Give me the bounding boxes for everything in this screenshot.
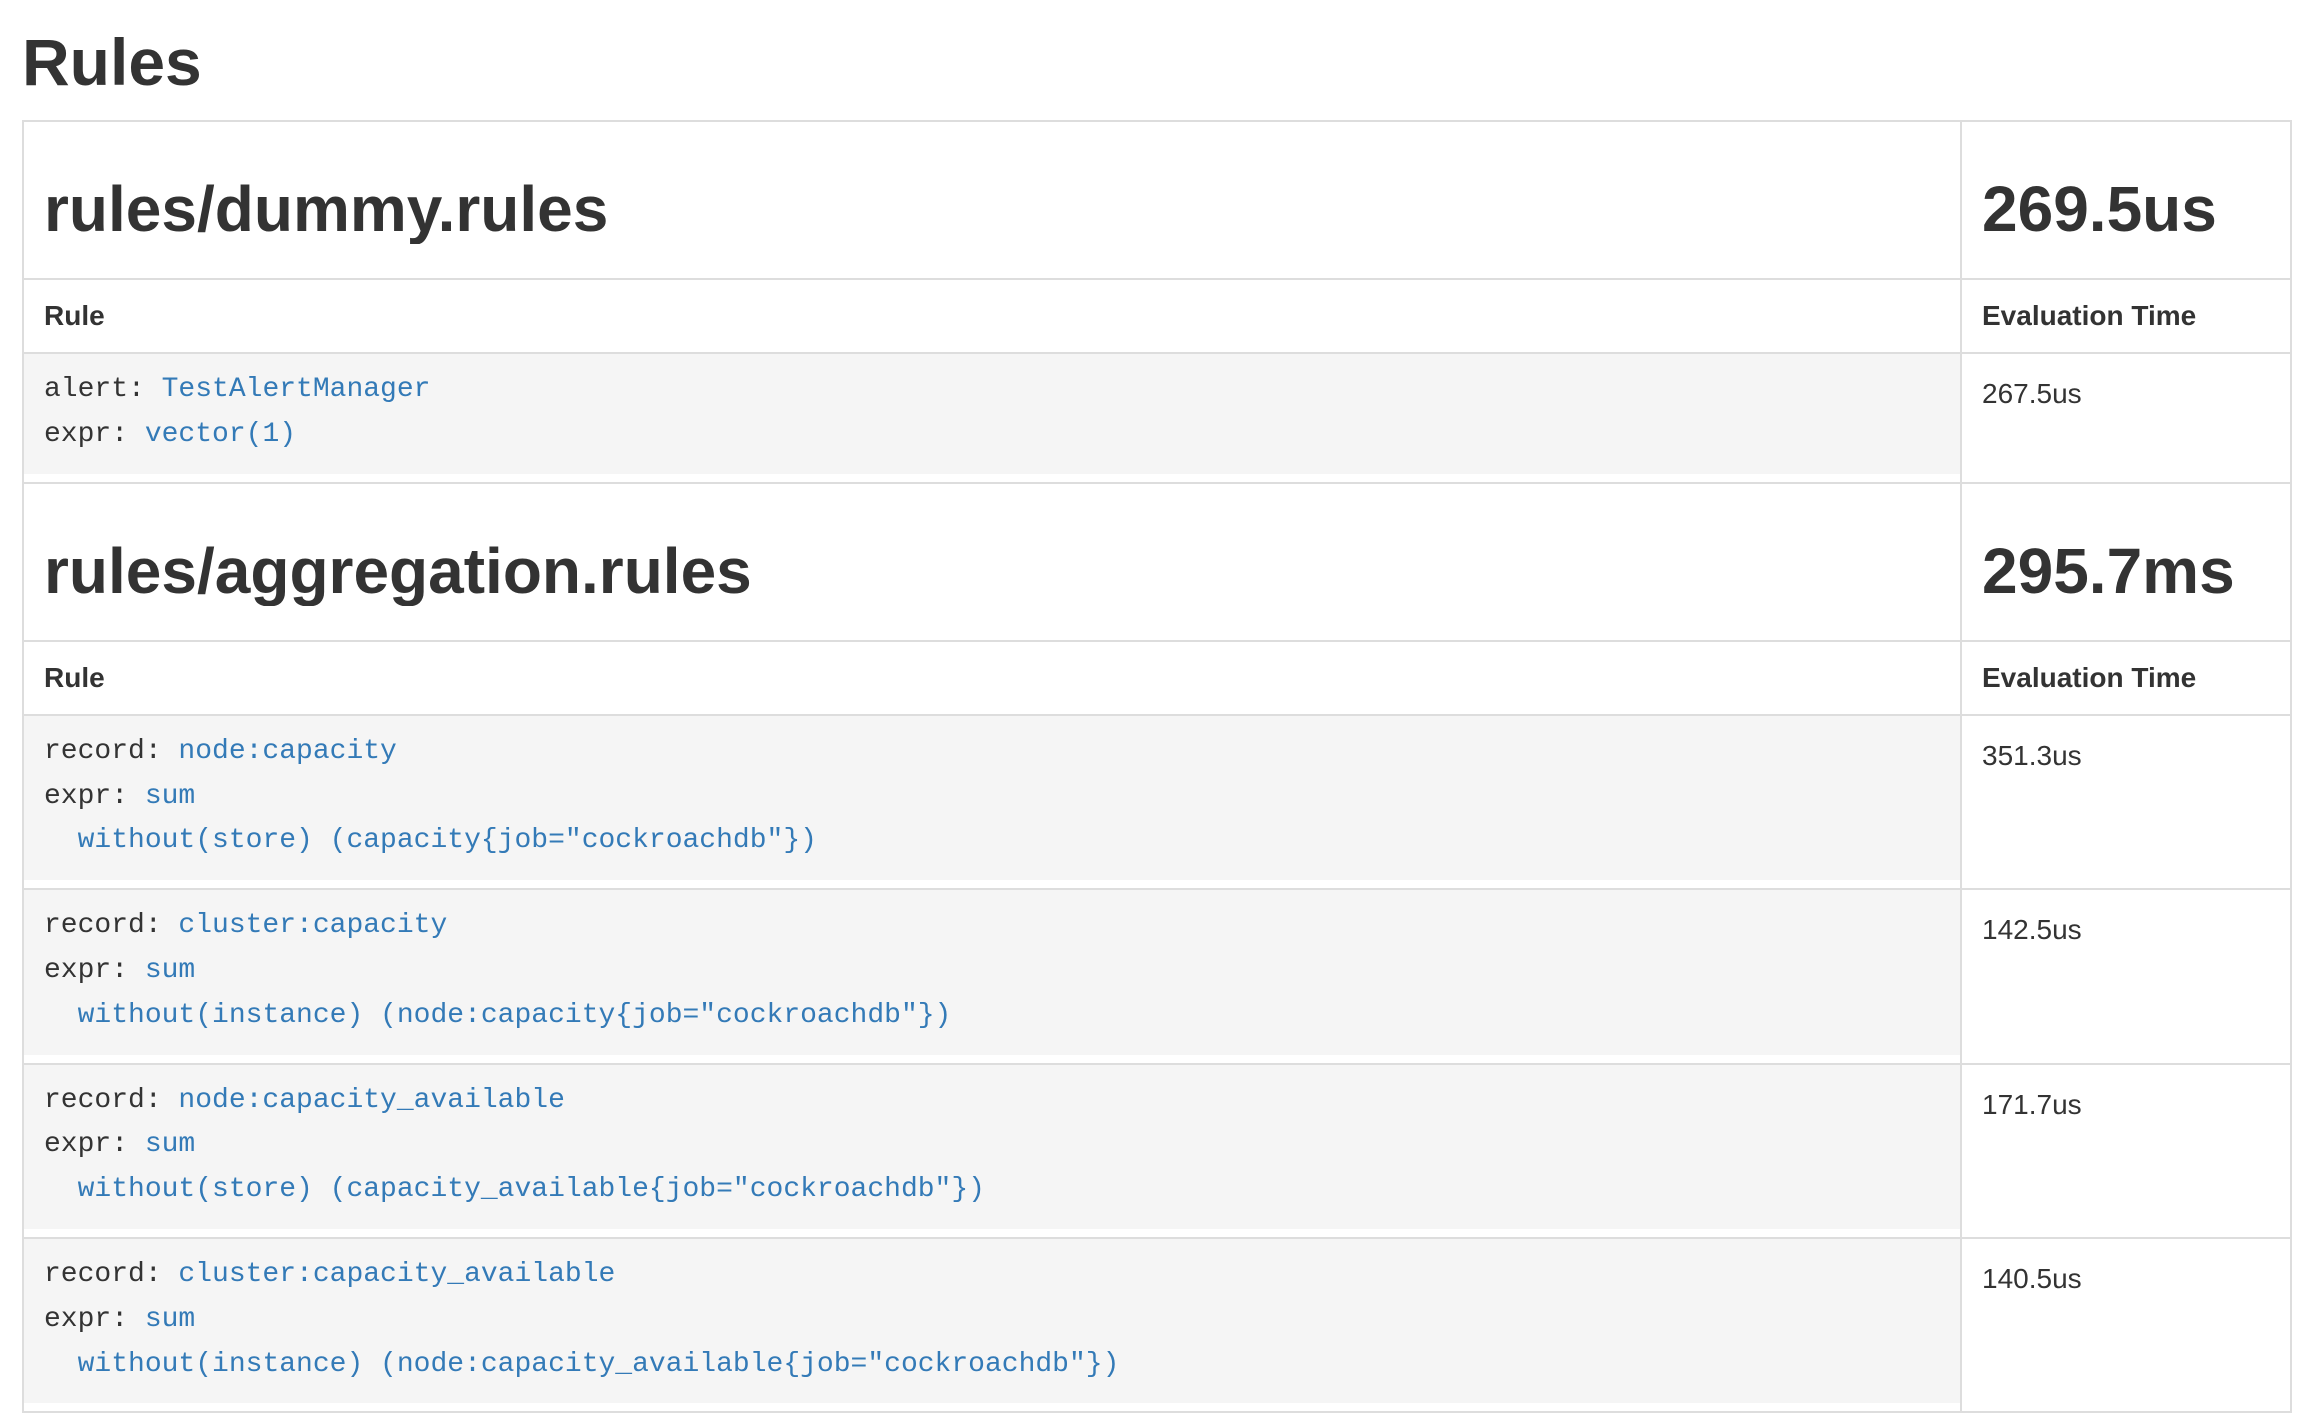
rule-expr-link[interactable]: sum without(instance) (node:capacity{job… — [44, 955, 951, 1031]
rule-expr-label: expr: — [44, 419, 145, 450]
column-header-rule: Rule — [23, 279, 1961, 353]
rule-expr-label: expr: — [44, 781, 145, 812]
rule-evaluation-time: 142.5us — [1961, 889, 2291, 1063]
rule-type-label: record: — [44, 910, 178, 941]
column-header-row: Rule Evaluation Time — [23, 279, 2291, 353]
column-header-row: Rule Evaluation Time — [23, 641, 2291, 715]
rule-group-name: rules/dummy.rules — [44, 174, 1940, 244]
rules-table-body: rules/dummy.rules 269.5us Rule Evaluatio… — [23, 121, 2291, 1412]
rule-definition: record: node:capacity expr: sum without(… — [24, 716, 1960, 880]
rule-row: record: node:capacity expr: sum without(… — [23, 715, 2291, 889]
rule-definition: record: node:capacity_available expr: su… — [24, 1065, 1960, 1229]
column-header-evaluation-time: Evaluation Time — [1961, 641, 2291, 715]
rule-row: alert: TestAlertManager expr: vector(1) … — [23, 353, 2291, 483]
rule-name-link[interactable]: cluster:capacity_available — [178, 1259, 615, 1290]
rule-name-link[interactable]: node:capacity_available — [178, 1085, 564, 1116]
rule-evaluation-time: 171.7us — [1961, 1064, 2291, 1238]
rule-type-label: record: — [44, 736, 178, 767]
rule-type-label: alert: — [44, 374, 162, 405]
column-header-evaluation-time: Evaluation Time — [1961, 279, 2291, 353]
rules-page: Rules rules/dummy.rules 269.5us Rule Eva… — [0, 24, 2316, 1413]
rule-name-link[interactable]: cluster:capacity — [178, 910, 447, 941]
rule-expr-link[interactable]: sum without(store) (capacity{job="cockro… — [44, 781, 817, 857]
rule-expr-label: expr: — [44, 1129, 145, 1160]
rule-type-label: record: — [44, 1085, 178, 1116]
rule-name-link[interactable]: node:capacity — [178, 736, 396, 767]
rule-group-header-row: rules/dummy.rules 269.5us — [23, 121, 2291, 279]
rule-expr-label: expr: — [44, 1304, 145, 1335]
rule-group-name: rules/aggregation.rules — [44, 536, 1940, 606]
rule-expr-link[interactable]: sum without(instance) (node:capacity_ava… — [44, 1304, 1119, 1380]
rule-expr-link[interactable]: sum without(store) (capacity_available{j… — [44, 1129, 985, 1205]
rule-definition: record: cluster:capacity expr: sum witho… — [24, 890, 1960, 1054]
rule-name-link[interactable]: TestAlertManager — [162, 374, 431, 405]
rule-row: record: cluster:capacity_available expr:… — [23, 1238, 2291, 1412]
rules-table: rules/dummy.rules 269.5us Rule Evaluatio… — [22, 120, 2292, 1413]
rule-expr-label: expr: — [44, 955, 145, 986]
rule-type-label: record: — [44, 1259, 178, 1290]
rule-row: record: cluster:capacity expr: sum witho… — [23, 889, 2291, 1063]
rule-expr-link[interactable]: vector(1) — [145, 419, 296, 450]
rule-evaluation-time: 267.5us — [1961, 353, 2291, 483]
rule-row: record: node:capacity_available expr: su… — [23, 1064, 2291, 1238]
rule-group-header-row: rules/aggregation.rules 295.7ms — [23, 483, 2291, 641]
page-title: Rules — [22, 24, 2294, 100]
rule-evaluation-time: 140.5us — [1961, 1238, 2291, 1412]
rule-group-evaluation-time: 295.7ms — [1982, 536, 2270, 606]
rule-group-evaluation-time: 269.5us — [1982, 174, 2270, 244]
column-header-rule: Rule — [23, 641, 1961, 715]
rule-definition: record: cluster:capacity_available expr:… — [24, 1239, 1960, 1403]
rule-definition: alert: TestAlertManager expr: vector(1) — [24, 354, 1960, 474]
rule-evaluation-time: 351.3us — [1961, 715, 2291, 889]
